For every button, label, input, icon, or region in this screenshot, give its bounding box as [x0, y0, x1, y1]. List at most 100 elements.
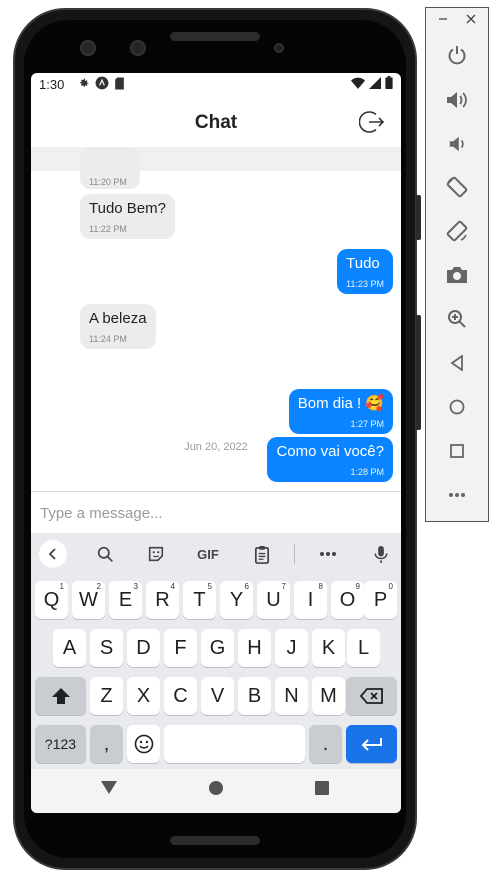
close-icon[interactable] [466, 14, 476, 24]
message-bubble-sent[interactable]: Bom dia ! 🥰 1:27 PM [288, 389, 393, 434]
key-p[interactable]: P0 [364, 581, 397, 619]
message-text: Como vai você? [276, 443, 384, 460]
wifi-icon [351, 77, 365, 89]
message-list[interactable]: 11:20 PM Tudo Bem? 11:22 PM Tudo 11:23 P… [31, 147, 401, 491]
key-hint: 2 [96, 582, 101, 591]
comma-key[interactable]: , [90, 725, 123, 763]
message-text: Tudo [346, 255, 380, 272]
emulator-window: 1:30 Chat 11:20 PM Tudo Bem? 11:22 PM Tu… [0, 0, 496, 876]
rotate-right-button[interactable] [444, 218, 470, 244]
key-b[interactable]: B [238, 677, 271, 715]
emoji-key[interactable] [127, 725, 160, 763]
key-o[interactable]: O9 [331, 581, 364, 619]
overview-icon [450, 444, 464, 458]
shift-key[interactable] [35, 677, 86, 715]
key-u[interactable]: U7 [257, 581, 290, 619]
rotate-left-button[interactable] [444, 174, 470, 200]
key-z[interactable]: Z [90, 677, 123, 715]
key-i[interactable]: I8 [294, 581, 327, 619]
key-label: T [193, 588, 206, 611]
key-s[interactable]: S [90, 629, 123, 667]
message-bubble-sent[interactable]: Tudo 11:23 PM [337, 249, 393, 294]
search-icon[interactable] [93, 542, 117, 566]
rotate-right-icon [446, 220, 468, 242]
keyboard-toolbar: GIF [31, 533, 401, 575]
clipboard-icon[interactable] [250, 542, 274, 566]
zoom-button[interactable] [444, 306, 470, 332]
key-g[interactable]: G [201, 629, 234, 667]
key-n[interactable]: N [275, 677, 308, 715]
nav-home-icon[interactable] [209, 781, 223, 795]
status-time: 1:30 [39, 77, 65, 92]
minimize-icon[interactable] [438, 14, 448, 24]
key-m[interactable]: M [312, 677, 345, 715]
mic-icon[interactable] [369, 542, 393, 566]
message-time: 1:27 PM [350, 419, 384, 429]
toolbar-divider [294, 544, 295, 564]
message-time: 1:28 PM [350, 467, 384, 477]
key-x[interactable]: X [127, 677, 160, 715]
key-q[interactable]: Q1 [35, 581, 68, 619]
key-t[interactable]: T5 [183, 581, 216, 619]
front-sensor [130, 40, 146, 56]
key-l[interactable]: L [347, 629, 380, 667]
key-e[interactable]: E3 [109, 581, 142, 619]
sticker-icon[interactable] [144, 542, 168, 566]
more-icon[interactable] [316, 542, 340, 566]
volume-down-button[interactable] [444, 131, 470, 157]
key-k[interactable]: K [312, 629, 345, 667]
battery-icon [385, 76, 393, 89]
home-button[interactable] [444, 394, 470, 420]
key-c[interactable]: C [164, 677, 197, 715]
power-button[interactable] [444, 42, 470, 68]
key-j[interactable]: J [275, 629, 308, 667]
key-r[interactable]: R4 [146, 581, 179, 619]
symbols-key[interactable]: ?123 [35, 725, 86, 763]
backspace-key[interactable] [346, 677, 397, 715]
more-options-button[interactable] [444, 482, 470, 508]
android-icon [95, 76, 109, 90]
message-text: Tudo Bem? [89, 200, 166, 217]
nav-overview-icon[interactable] [315, 781, 329, 795]
key-a[interactable]: A [53, 629, 86, 667]
key-hint: 5 [207, 582, 212, 591]
key-hint: 7 [281, 582, 286, 591]
key-v[interactable]: V [201, 677, 234, 715]
message-bubble-received[interactable]: 11:20 PM [80, 147, 140, 189]
overview-button[interactable] [444, 438, 470, 464]
nav-back-icon[interactable] [101, 781, 117, 795]
message-bubble-sent[interactable]: Como vai você? 1:28 PM [267, 437, 393, 482]
back-button[interactable] [444, 350, 470, 376]
chevron-left-icon[interactable] [39, 540, 67, 568]
key-hint: 3 [133, 582, 138, 591]
key-y[interactable]: Y6 [220, 581, 253, 619]
key-h[interactable]: H [238, 629, 271, 667]
enter-key[interactable] [346, 725, 397, 763]
message-input[interactable] [40, 500, 380, 526]
gif-button[interactable]: GIF [193, 542, 223, 566]
shift-icon [51, 688, 70, 704]
key-label: E [118, 588, 133, 611]
period-key[interactable]: . [309, 725, 342, 763]
key-w[interactable]: W2 [72, 581, 105, 619]
message-bubble-received[interactable]: A beleza 11:24 PM [80, 304, 156, 349]
key-label: U [266, 588, 281, 611]
key-label: O [339, 588, 356, 611]
page-title: Chat [194, 112, 238, 133]
logout-icon[interactable] [359, 109, 385, 135]
volume-up-button[interactable] [444, 87, 470, 113]
key-hint: 1 [59, 582, 64, 591]
key-f[interactable]: F [164, 629, 197, 667]
home-icon [449, 399, 465, 415]
key-label: P [373, 588, 388, 611]
back-icon [450, 355, 463, 371]
key-label: Y [229, 588, 244, 611]
key-d[interactable]: D [127, 629, 160, 667]
message-bubble-received[interactable]: Tudo Bem? 11:22 PM [80, 194, 175, 239]
power-icon [448, 46, 466, 65]
screenshot-button[interactable] [444, 262, 470, 288]
gear-icon [80, 78, 89, 87]
key-label: W [79, 588, 98, 611]
space-key[interactable] [164, 725, 305, 763]
key-hint: 9 [355, 582, 360, 591]
